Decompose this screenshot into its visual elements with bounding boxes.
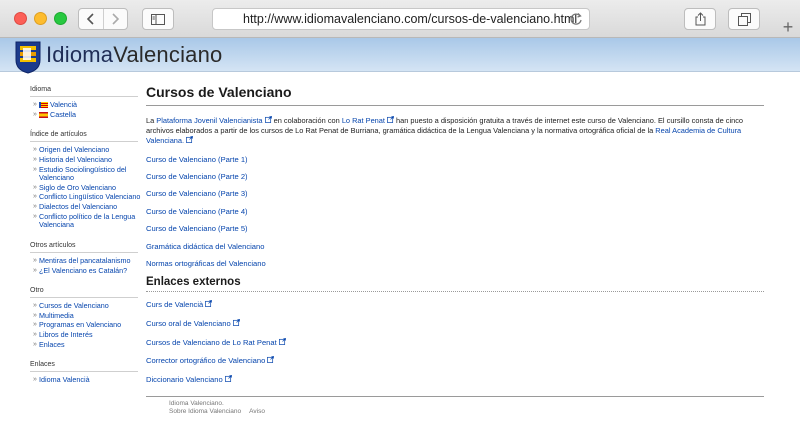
share-icon: [695, 12, 705, 26]
external-link-icon: [264, 116, 272, 123]
sidebar-item-siglo-de-oro[interactable]: Siglo de Oro Valenciano: [30, 183, 142, 193]
sidebar-item-label: Valencià: [50, 100, 78, 109]
sidebar-heading-otros: Otros artículos: [30, 242, 138, 253]
sidebar-heading-enlaces: Enlaces: [30, 361, 138, 373]
external-link-label: Cursos de Valenciano de Lo Rat Penat: [146, 337, 277, 347]
sidebar-list-idioma: Valencià Castella: [30, 100, 142, 120]
sidebar-heading-idioma: Idioma: [30, 86, 138, 97]
sidebar-item-historia[interactable]: Historia del Valenciano: [30, 155, 142, 165]
external-link-curso-oral[interactable]: Curso oral de Valenciano: [146, 319, 764, 338]
external-link-lo-rat-penat[interactable]: Cursos de Valenciano de Lo Rat Penat: [146, 338, 764, 357]
sidebar-item-valenciano-catalan[interactable]: ¿El Valenciano es Catalán?: [30, 266, 142, 276]
sidebar-item-conflicto-linguistico[interactable]: Conflicto Lingüístico Valenciano: [30, 193, 142, 202]
sidebar-item-libros[interactable]: Libros de Interés: [30, 331, 142, 340]
sidebar-item-enlaces[interactable]: Enlaces: [30, 340, 142, 350]
sidebar-item-estudio[interactable]: Estudio Sociolingüístico del Valenciano: [30, 165, 142, 183]
sidebar-list-otro: Cursos de Valenciano Multimedia Programa…: [30, 301, 142, 350]
address-bar[interactable]: http://www.idiomavalenciano.com/cursos-d…: [212, 8, 590, 30]
lo-rat-penat-link[interactable]: Lo Rat Penat: [342, 116, 394, 125]
external-link-icon: [232, 319, 240, 326]
valencian-flag-icon: [39, 102, 48, 109]
course-link-part-5[interactable]: Curso de Valenciano (Parte 5): [146, 224, 764, 241]
external-link-label: Corrector ortográfico de Valenciano: [146, 356, 266, 366]
external-links-title: Enlaces externos: [146, 276, 764, 293]
grammar-link[interactable]: Gramática didáctica del Valenciano: [146, 242, 764, 259]
course-link-part-1[interactable]: Curso de Valenciano (Parte 1): [146, 155, 764, 172]
sidebar-item-programas[interactable]: Programas en Valenciano: [30, 321, 142, 330]
external-link-label: Curs de Valencià: [146, 300, 204, 310]
external-link-corrector[interactable]: Corrector ortográfico de Valenciano: [146, 356, 764, 375]
sidebar-item-dialectos[interactable]: Dialectos del Valenciano: [30, 203, 142, 212]
page-title: Cursos de Valenciano: [146, 84, 764, 106]
external-link-icon: [205, 300, 213, 308]
browser-toolbar: http://www.idiomavalenciano.com/cursos-d…: [0, 0, 800, 38]
course-link-part-3[interactable]: Curso de Valenciano (Parte 3): [146, 189, 764, 206]
external-link-label: Curso oral de Valenciano: [146, 318, 231, 328]
reload-icon[interactable]: [569, 12, 583, 26]
close-window-button[interactable]: [14, 12, 27, 25]
page-footer: Idioma Valenciano. Sobre Idioma Valencia…: [146, 396, 764, 416]
tabs-icon: [737, 12, 751, 26]
maximize-window-button[interactable]: [54, 12, 67, 25]
external-link-diccionario[interactable]: Diccionario Valenciano: [146, 375, 764, 394]
logo-text-valenciano: Valenciano: [113, 42, 223, 67]
share-button[interactable]: [684, 8, 716, 30]
plataforma-link[interactable]: Plataforma Jovenil Valencianista: [156, 116, 272, 125]
chevron-left-icon: [86, 13, 94, 25]
sidebar-item-cursos[interactable]: Cursos de Valenciano: [30, 301, 142, 311]
intro-text: La: [146, 116, 157, 125]
footer-notice-link[interactable]: Aviso: [249, 408, 265, 415]
course-link-part-4[interactable]: Curso de Valenciano (Parte 4): [146, 207, 764, 224]
course-link-list: Curso de Valenciano (Parte 1) Curso de V…: [146, 155, 764, 277]
navigation-buttons: [78, 8, 128, 30]
back-button[interactable]: [79, 9, 103, 29]
logo-text-idioma: Idioma: [46, 42, 114, 67]
sidebar-item-mentiras[interactable]: Mentiras del pancatalanismo: [30, 256, 142, 266]
external-link-icon: [278, 337, 286, 345]
site-header: IdiomaValenciano: [0, 38, 800, 74]
chevron-right-icon: [112, 13, 120, 25]
intro-paragraph: La Plataforma Jovenil Valencianista en c…: [146, 116, 764, 147]
orthography-link[interactable]: Normas ortográficas del Valenciano: [146, 259, 764, 276]
sidebar-item-idioma-valencia[interactable]: Idioma Valencià: [30, 376, 142, 385]
sidebar-heading-otro: Otro: [30, 287, 138, 298]
sidebar-item-conflicto-politico[interactable]: Conflicto político de la Lengua Valencia…: [30, 212, 142, 230]
left-sidebar: Idioma Valencià Castella Índice de artíc…: [30, 86, 142, 397]
sidebar-item-multimedia[interactable]: Multimedia: [30, 311, 142, 321]
external-link-icon: [267, 356, 275, 364]
minimize-window-button[interactable]: [34, 12, 47, 25]
sidebar-list-indice: Origen del Valenciano Historia del Valen…: [30, 146, 142, 230]
sidebar-toggle-button[interactable]: [142, 8, 174, 30]
sidebar-heading-indice: Índice de artículos: [30, 131, 138, 143]
footer-about-link[interactable]: Sobre Idioma Valenciano: [169, 408, 241, 415]
sidebar-item-origen[interactable]: Origen del Valenciano: [30, 146, 142, 155]
sidebar-list-otros: Mentiras del pancatalanismo ¿El Valencia…: [30, 256, 142, 276]
forward-button[interactable]: [102, 9, 127, 29]
logo-shield-icon[interactable]: [14, 40, 42, 74]
footer-copyright: Idioma Valenciano.: [169, 400, 224, 407]
course-link-part-2[interactable]: Curso de Valenciano (Parte 2): [146, 172, 764, 189]
sidebar-item-label: Castella: [50, 109, 76, 119]
external-link-list: Curs de Valencià Curso oral de Valencian…: [146, 300, 764, 393]
site-logo-text[interactable]: IdiomaValenciano: [46, 42, 222, 68]
external-link-icon: [224, 374, 232, 382]
new-tab-button[interactable]: +: [776, 18, 800, 38]
sidebar-list-enlaces: Idioma Valencià: [30, 376, 142, 385]
plataforma-link-label: Plataforma Jovenil Valencianista: [156, 116, 263, 125]
sidebar-item-valencia[interactable]: Valencià: [30, 100, 142, 110]
external-link-icon: [186, 136, 193, 144]
external-link-curs-valencia[interactable]: Curs de Valencià: [146, 300, 764, 319]
show-tabs-button[interactable]: [728, 8, 760, 30]
url-text: http://www.idiomavalenciano.com/cursos-d…: [243, 12, 578, 26]
spanish-flag-icon: [39, 111, 48, 118]
external-link-icon: [387, 116, 394, 123]
sidebar-item-castella[interactable]: Castella: [30, 109, 142, 120]
external-link-label: Diccionario Valenciano: [146, 374, 223, 384]
footer-links: Sobre Idioma Valenciano Aviso: [169, 408, 764, 416]
lo-rat-penat-link-label: Lo Rat Penat: [341, 116, 385, 125]
sidebar-icon: [151, 13, 165, 25]
intro-text: en colaboración con: [271, 116, 342, 125]
main-content: Cursos de Valenciano La Plataforma Joven…: [146, 84, 764, 393]
